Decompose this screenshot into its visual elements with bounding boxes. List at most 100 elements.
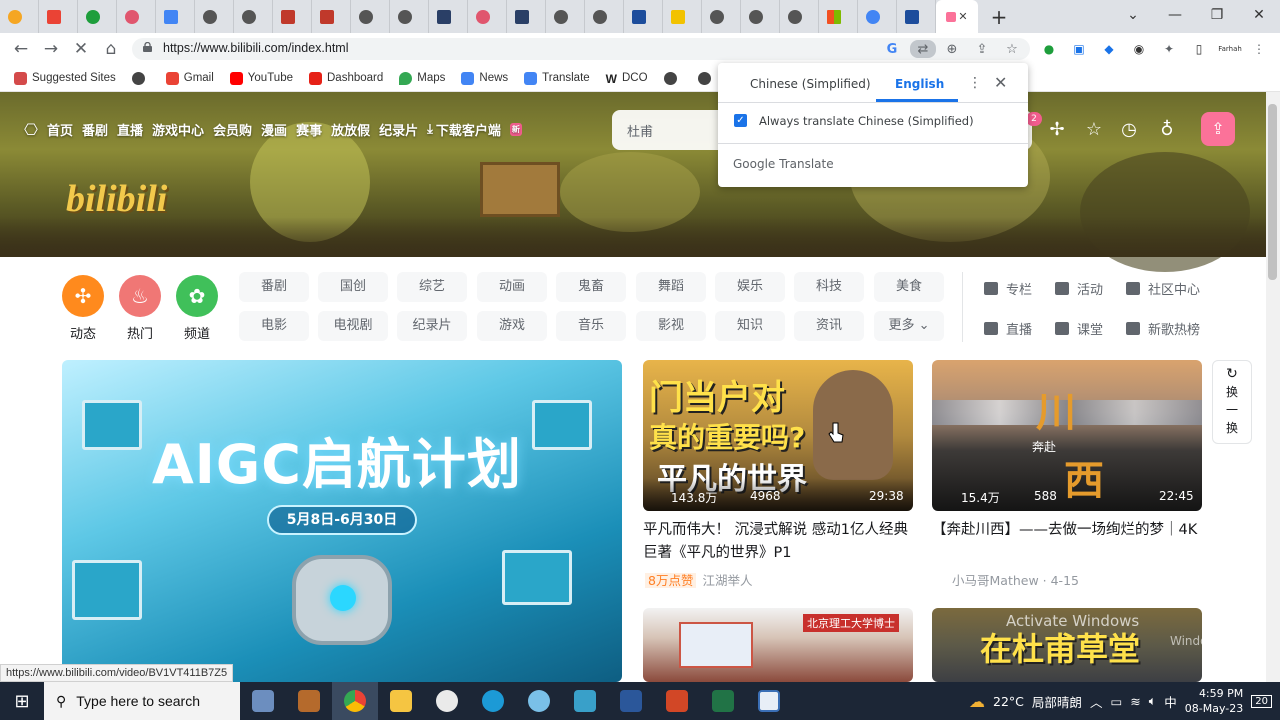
star-icon[interactable]: ☆ [1081,117,1107,143]
category-chip[interactable]: 舞蹈 [636,272,706,302]
category-chip[interactable]: 知识 [715,311,785,341]
category-chip[interactable]: 科技 [794,272,864,302]
pinwheel-icon[interactable]: ✢ [1044,117,1070,143]
extension-icon[interactable]: ◆ [1100,40,1118,58]
history-clock-icon[interactable]: ◷ [1116,117,1142,143]
browser-tab[interactable] [0,0,39,33]
browser-tab[interactable] [702,0,741,33]
notification-center-icon[interactable]: 20 [1251,694,1272,708]
category-chip[interactable]: 番剧 [239,272,309,302]
task-view-icon[interactable] [240,682,286,720]
bookmark-youtube[interactable]: YouTube [229,71,293,85]
bookmark-suggested-sites[interactable]: Suggested Sites [14,71,116,85]
browser-tab[interactable] [117,0,156,33]
bookmark-star-icon[interactable]: ☆ [1003,40,1021,58]
nav-live[interactable]: 直播 [117,120,143,139]
battery-icon[interactable]: ▭ [1110,694,1122,709]
wifi-icon[interactable]: ≋ [1130,694,1140,709]
google-lens-icon[interactable]: G [883,40,901,58]
wechat-icon[interactable] [424,682,470,720]
puzzle-icon[interactable]: ✦ [1160,40,1178,58]
refresh-button[interactable]: ↻ 换 一 换 [1212,360,1252,444]
category-chip[interactable]: 国创 [318,272,388,302]
scrollbar-thumb[interactable] [1268,104,1277,280]
channel-label[interactable]: 热门 [127,323,153,342]
link-classroom[interactable]: 课堂 [1055,319,1103,338]
browser-tab[interactable] [234,0,273,33]
nav-download-client[interactable]: 下载客户端 [436,120,501,139]
category-chip[interactable]: 电影 [239,311,309,341]
taskbar-search[interactable]: ⚲ Type here to search [44,682,240,720]
bookmark-maps[interactable]: Maps [399,71,445,85]
nav-anime[interactable]: 番剧 [82,120,108,139]
profile-label[interactable]: Farhah [1216,40,1244,58]
new-tab-button[interactable]: + [986,5,1012,29]
video-thumbnail[interactable]: 门当户对 真的重要吗? 平凡的世界 143.8万 4968 29:38 [643,360,913,511]
panda-icon[interactable]: ◉ [1130,40,1148,58]
forward-icon[interactable]: → [36,39,66,59]
browser-tab[interactable] [273,0,312,33]
sidebar-icon[interactable]: ▯ [1190,40,1208,58]
video-thumbnail[interactable]: 川 奔赴 西 15.4万 588 22:45 [932,360,1202,511]
category-chip[interactable]: 资讯 [794,311,864,341]
stop-icon[interactable]: ✕ [66,39,96,59]
browser-tab[interactable] [39,0,78,33]
channel-label[interactable]: 动态 [70,323,96,342]
video-author[interactable]: 小马哥Mathew · 4-15 [952,570,1079,589]
bookmark-dashboard[interactable]: Dashboard [309,71,383,85]
browser-tab[interactable] [624,0,663,33]
browser-tab[interactable] [780,0,819,33]
browser-tab[interactable] [585,0,624,33]
translate-target-tab[interactable]: English [895,77,944,91]
zoom-icon[interactable]: ⊕ [943,40,961,58]
close-window-icon[interactable]: ✕ [1238,0,1280,30]
nav-game-center[interactable]: 游戏中心 [152,120,204,139]
browser-tab[interactable] [507,0,546,33]
bookmark-dco[interactable]: W DCO [605,71,648,86]
address-text[interactable]: https://www.bilibili.com/index.html [163,41,348,55]
bookmark-news[interactable]: News [461,71,508,85]
language-icon[interactable]: 中 [1164,692,1177,711]
weather-icon[interactable]: ☁ [969,692,985,711]
volume-icon[interactable]: 🔈︎ [1149,693,1157,709]
always-translate-checkbox[interactable]: ✓ [734,114,747,127]
more-categories-button[interactable]: 更多 ⌄ [874,311,944,341]
restore-icon[interactable]: ❐ [1196,0,1238,30]
edge-icon[interactable] [470,682,516,720]
weather-text[interactable]: 局部晴朗 [1032,692,1082,711]
lightbulb-icon[interactable]: ♁ [1154,117,1180,143]
chrome-icon[interactable] [332,682,378,720]
video-title[interactable]: 平凡而伟大！ 沉浸式解说 感动1亿人经典巨著《平凡的世界》P1 [643,519,913,565]
word-icon[interactable] [608,682,654,720]
weather-temp[interactable]: 22°C [993,694,1024,709]
video-thumbnail[interactable]: 北京理工大学博士 [643,608,913,682]
browser-tab[interactable] [156,0,195,33]
category-chip[interactable]: 动画 [477,272,547,302]
bookmark-globe[interactable] [663,71,682,85]
flow-icon[interactable] [562,682,608,720]
category-chip[interactable]: 音乐 [556,311,626,341]
browser-tab[interactable] [858,0,897,33]
excel-icon[interactable] [700,682,746,720]
browser-tab[interactable] [468,0,507,33]
snipping-icon[interactable] [746,682,792,720]
link-activity[interactable]: 活动 [1055,279,1103,298]
category-chip[interactable]: 影视 [636,311,706,341]
nav-home[interactable]: 首页 [47,120,73,139]
hot-channel-icon[interactable]: ♨ [119,275,161,317]
browser-tab[interactable] [819,0,858,33]
category-chip[interactable]: 纪录片 [397,311,467,341]
video-title[interactable]: 【奔赴川西】——去做一场绚烂的梦｜4K [932,519,1202,542]
paint-icon[interactable] [516,682,562,720]
back-icon[interactable]: ← [6,39,36,59]
browser-tab[interactable] [78,0,117,33]
bilibili-logo[interactable]: bilibili [66,177,167,221]
home-icon[interactable]: ⌂ [96,39,126,59]
bookmark-gmail[interactable]: Gmail [165,71,214,85]
briefcase-icon[interactable] [286,682,332,720]
channels-icon[interactable]: ✿ [176,275,218,317]
link-music-chart[interactable]: 新歌热榜 [1126,319,1200,338]
translate-source-tab[interactable]: Chinese (Simplified) [750,77,871,91]
powerpoint-icon[interactable] [654,682,700,720]
browser-tab[interactable] [351,0,390,33]
